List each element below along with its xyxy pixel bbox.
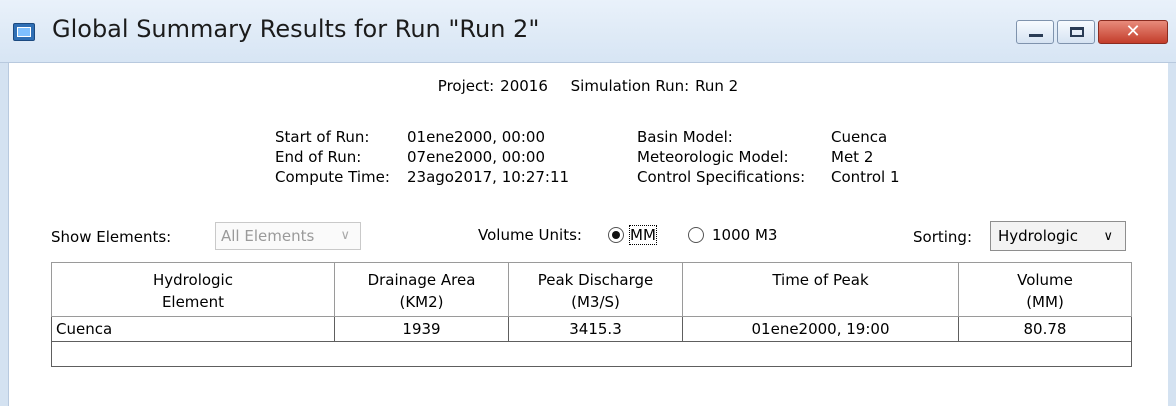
window-title: Global Summary Results for Run "Run 2" bbox=[52, 15, 540, 43]
table-header-row: Hydrologic Element Drainage Area (KM2) Pea… bbox=[51, 262, 1132, 317]
minimize-button[interactable] bbox=[1016, 20, 1054, 44]
header-peak-discharge[interactable]: Peak Discharge (M3/S) bbox=[508, 262, 683, 317]
end-value: 07ene2000, 00:00 bbox=[407, 148, 545, 166]
cell-time-of-peak: 01ene2000, 19:00 bbox=[682, 316, 959, 342]
maximize-button[interactable] bbox=[1057, 20, 1095, 44]
cell-drainage-area: 1939 bbox=[334, 316, 509, 342]
compute-label: Compute Time: bbox=[275, 168, 390, 186]
simulation-run-label: Simulation Run: bbox=[570, 77, 690, 95]
basin-label: Basin Model: bbox=[637, 128, 733, 146]
minimize-icon bbox=[1029, 34, 1043, 37]
maximize-icon bbox=[1070, 27, 1084, 37]
start-label: Start of Run: bbox=[275, 128, 370, 146]
cell-volume: 80.78 bbox=[958, 316, 1132, 342]
show-elements-value: All Elements bbox=[221, 227, 315, 245]
cell-peak-discharge: 3415.3 bbox=[508, 316, 683, 342]
chevron-down-icon: ∨ bbox=[340, 228, 350, 243]
project-line: Project: 20016 Simulation Run: Run 2 bbox=[0, 77, 1176, 95]
control-value: Control 1 bbox=[831, 168, 900, 186]
run-info-labels: Start of Run: End of Run: Compute Time: bbox=[275, 127, 390, 187]
close-icon: ✕ bbox=[1125, 21, 1141, 42]
table-row[interactable]: Cuenca 1939 3415.3 01ene2000, 19:00 80.7… bbox=[51, 316, 1132, 342]
show-elements-label: Show Elements: bbox=[51, 228, 172, 246]
results-table: Hydrologic Element Drainage Area (KM2) Pea… bbox=[51, 262, 1132, 367]
title-bar: Global Summary Results for Run "Run 2" ✕ bbox=[0, 0, 1176, 63]
control-label: Control Specifications: bbox=[637, 168, 806, 186]
volume-1000m3-radio[interactable] bbox=[688, 227, 704, 243]
header-drainage-area[interactable]: Drainage Area (KM2) bbox=[334, 262, 509, 317]
project-value: 20016 bbox=[500, 77, 548, 95]
table-empty-area bbox=[51, 341, 1132, 367]
compute-value: 23ago2017, 10:27:11 bbox=[407, 168, 570, 186]
header-time-of-peak[interactable]: Time of Peak bbox=[682, 262, 959, 317]
sorting-value: Hydrologic bbox=[998, 227, 1078, 245]
end-label: End of Run: bbox=[275, 148, 362, 166]
header-hydrologic-element[interactable]: Hydrologic Element bbox=[51, 262, 335, 317]
start-value: 01ene2000, 00:00 bbox=[407, 128, 545, 146]
sorting-label: Sorting: bbox=[913, 228, 972, 246]
window-right-border bbox=[1168, 63, 1176, 406]
model-info-labels: Basin Model: Meteorologic Model: Control… bbox=[637, 127, 805, 187]
volume-mm-radio[interactable] bbox=[608, 227, 624, 243]
met-value: Met 2 bbox=[831, 148, 874, 166]
volume-mm-label[interactable]: MM bbox=[629, 225, 657, 245]
window-left-border bbox=[0, 63, 8, 406]
show-elements-dropdown: All Elements ∨ bbox=[215, 222, 361, 250]
client-edge bbox=[8, 63, 9, 406]
sorting-dropdown[interactable]: Hydrologic ∨ bbox=[990, 221, 1126, 251]
met-label: Meteorologic Model: bbox=[637, 148, 789, 166]
chevron-down-icon: ∨ bbox=[1103, 229, 1113, 244]
model-info-values: Cuenca Met 2 Control 1 bbox=[831, 127, 900, 187]
project-label: Project: bbox=[437, 77, 495, 95]
volume-units-label: Volume Units: bbox=[478, 226, 582, 244]
app-icon bbox=[13, 23, 35, 41]
close-button[interactable]: ✕ bbox=[1098, 20, 1168, 44]
volume-1000m3-label[interactable]: 1000 M3 bbox=[712, 226, 777, 244]
cell-element: Cuenca bbox=[51, 316, 335, 342]
header-volume[interactable]: Volume (MM) bbox=[958, 262, 1132, 317]
run-info-values: 01ene2000, 00:00 07ene2000, 00:00 23ago2… bbox=[407, 127, 569, 187]
basin-value: Cuenca bbox=[831, 128, 888, 146]
simulation-run-value: Run 2 bbox=[695, 77, 739, 95]
